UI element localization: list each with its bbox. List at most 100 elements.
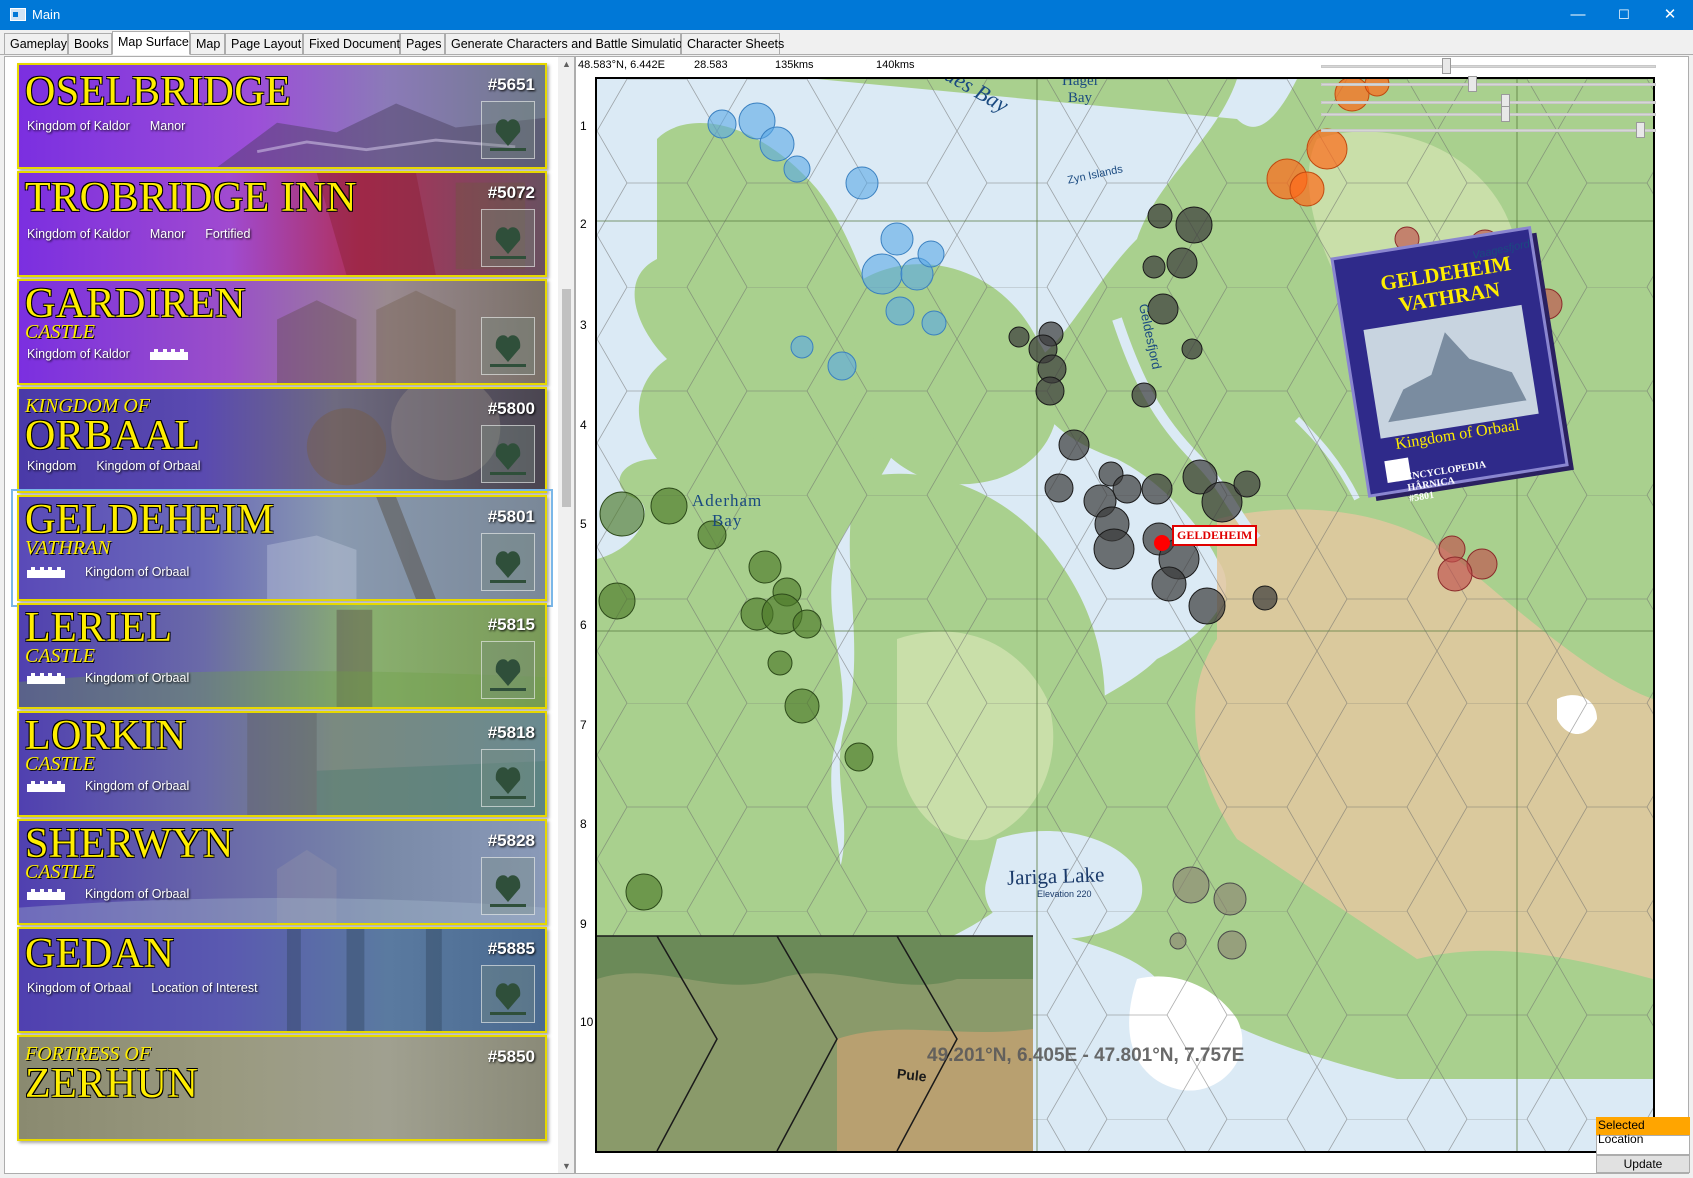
location-tag: Manor xyxy=(149,227,186,241)
location-number: #5072 xyxy=(487,183,535,202)
castle-icon xyxy=(27,888,65,900)
location-tags: Kingdom of Kaldor xyxy=(27,347,188,361)
location-card-selected[interactable]: GELDEHEIM VATHRAN Kingdom of Orbaal #580… xyxy=(11,489,553,607)
map-row-label: 2 xyxy=(580,217,587,231)
map-canvas[interactable]: des Bay Hagel Bay Zyn Islands Geldesfjord… xyxy=(595,77,1655,1153)
tab-page-layout[interactable]: Page Layout xyxy=(225,33,303,55)
location-name: GELDEHEIM xyxy=(25,497,275,543)
tab-gameplay[interactable]: Gameplay xyxy=(4,33,68,55)
close-button[interactable]: ✕ xyxy=(1647,0,1693,30)
location-tag: Kingdom of Orbaal xyxy=(27,981,132,995)
columbia-games-logo xyxy=(481,641,535,699)
slider-thumb[interactable] xyxy=(1442,58,1451,74)
tab-fixed-document[interactable]: Fixed Document xyxy=(303,33,400,55)
cursor-value: 28.583 xyxy=(694,59,728,71)
distance-1: 135kms xyxy=(775,59,814,71)
list-scrollbar[interactable]: ▲ ▼ xyxy=(558,57,574,1173)
location-card[interactable]: TROBRIDGE INN #5072 Kingdom of Kaldor Ma… xyxy=(17,171,547,277)
castle-icon xyxy=(27,780,65,792)
location-card[interactable]: LORKIN CASTLE Kingdom of Orbaal #5818 xyxy=(17,711,547,817)
slider-track[interactable] xyxy=(1321,113,1656,116)
map-row-label: 4 xyxy=(580,418,587,432)
location-number: #5815 xyxy=(487,615,535,634)
minimize-button[interactable]: — xyxy=(1555,0,1601,30)
slider-track[interactable] xyxy=(1321,65,1656,68)
slider-thumb[interactable] xyxy=(1636,122,1645,138)
location-tag: Kingdom of Orbaal xyxy=(85,887,190,901)
tab-generate-characters[interactable]: Generate Characters and Battle Simulatio… xyxy=(445,33,689,55)
slider-track[interactable] xyxy=(1321,101,1656,104)
location-name: GARDIREN xyxy=(25,281,246,327)
location-number: #5850 xyxy=(487,1047,535,1066)
slider-track[interactable] xyxy=(1321,83,1656,86)
location-tag: Kingdom xyxy=(27,459,77,473)
location-tag: Kingdom of Kaldor xyxy=(27,227,130,241)
location-card[interactable]: FORTRESS OF ZERHUN #5850 xyxy=(17,1035,547,1141)
scroll-thumb[interactable] xyxy=(562,289,571,507)
location-number: #5828 xyxy=(487,831,535,850)
tab-books[interactable]: Books xyxy=(68,33,112,55)
location-name: OSELBRIDGE xyxy=(25,69,292,115)
location-subtitle: VATHRAN xyxy=(25,537,111,559)
location-list[interactable]: OSELBRIDGE #5651 Kingdom of Kaldor Manor… xyxy=(4,56,575,1174)
location-tag: Kingdom of Orbaal xyxy=(96,459,201,473)
map-label-pule: Pule xyxy=(896,1065,928,1085)
location-tag: Kingdom of Orbaal xyxy=(85,779,190,793)
tab-map-surface[interactable]: Map Surface xyxy=(112,31,190,55)
location-subtitle: CASTLE xyxy=(25,861,96,883)
location-name: LORKIN xyxy=(25,713,187,759)
location-tags: Kingdom of Kaldor Manor Fortified xyxy=(27,227,250,241)
columbia-games-logo xyxy=(481,209,535,267)
location-card[interactable]: KINGDOM OF ORBAAL Kingdom Kingdom of Orb… xyxy=(17,387,547,493)
location-name: SHERWYN xyxy=(25,821,234,867)
location-tag: Kingdom of Kaldor xyxy=(27,119,130,133)
location-tags: Kingdom of Kaldor Manor xyxy=(27,119,185,133)
cursor-latlon: 48.583°N, 6.442E xyxy=(578,59,665,71)
columbia-games-logo xyxy=(481,857,535,915)
map-row-label: 8 xyxy=(580,817,587,831)
location-number: #5800 xyxy=(487,399,535,418)
title-bar: Main — ☐ ✕ xyxy=(0,0,1693,30)
location-name: GEDAN xyxy=(25,931,175,977)
slider-thumb[interactable] xyxy=(1468,76,1477,92)
location-card[interactable]: SHERWYN CASTLE Kingdom of Orbaal #5828 xyxy=(17,819,547,925)
slider-thumb[interactable] xyxy=(1501,106,1510,122)
tab-character-sheets[interactable]: Character Sheets xyxy=(681,33,784,55)
location-number: #5885 xyxy=(487,939,535,958)
maximize-button[interactable]: ☐ xyxy=(1601,0,1647,30)
columbia-games-logo xyxy=(481,317,535,375)
tab-map[interactable]: Map xyxy=(190,33,225,55)
location-name: TROBRIDGE INN xyxy=(25,175,357,221)
map-bounds-readout: 49.201°N, 6.405E - 47.801°N, 7.757E xyxy=(927,1045,1245,1066)
selected-location-label[interactable]: GELDEHEIM xyxy=(1172,525,1258,546)
selected-location-panel: Selected Location Update xyxy=(1596,1117,1690,1174)
location-name: LERIEL xyxy=(25,605,173,651)
scroll-up-icon[interactable]: ▲ xyxy=(558,59,574,69)
location-tags: Kingdom of Orbaal xyxy=(27,779,189,793)
location-number: #5818 xyxy=(487,723,535,742)
location-card[interactable]: GARDIREN CASTLE Kingdom of Kaldor xyxy=(17,279,547,385)
map-row-label: 5 xyxy=(580,517,587,531)
map-surface-panel: 48.583°N, 6.442E 28.583 135kms 140kms de… xyxy=(575,56,1689,1174)
map-image xyxy=(597,79,1653,1151)
location-subtitle: CASTLE xyxy=(25,753,96,775)
distance-2: 140kms xyxy=(876,59,915,71)
location-subtitle: CASTLE xyxy=(25,645,96,667)
selected-location-marker[interactable] xyxy=(1154,535,1170,551)
location-card[interactable]: OSELBRIDGE #5651 Kingdom of Kaldor Manor xyxy=(17,63,547,169)
castle-icon xyxy=(27,672,65,684)
location-card[interactable]: GEDAN Kingdom of Orbaal Location of Inte… xyxy=(17,927,547,1033)
window-title: Main xyxy=(32,7,61,22)
location-card[interactable]: LERIEL CASTLE Kingdom of Orbaal #5815 xyxy=(17,603,547,709)
tab-pages[interactable]: Pages xyxy=(400,33,445,55)
location-tag: Location of Interest xyxy=(151,981,258,995)
scroll-down-icon[interactable]: ▼ xyxy=(558,1161,574,1171)
location-tags: Kingdom of Orbaal Location of Interest xyxy=(27,981,258,995)
slider-track[interactable] xyxy=(1321,129,1656,132)
map-label-jariga-elev: Elevation 220 xyxy=(1037,889,1092,899)
map-label-jariga-lake: Jariga Lake xyxy=(1006,862,1105,890)
location-tags: Kingdom of Orbaal xyxy=(27,887,189,901)
update-button[interactable]: Update xyxy=(1596,1155,1690,1173)
location-tag: Fortified xyxy=(205,227,251,241)
location-tag: Manor xyxy=(149,119,186,133)
